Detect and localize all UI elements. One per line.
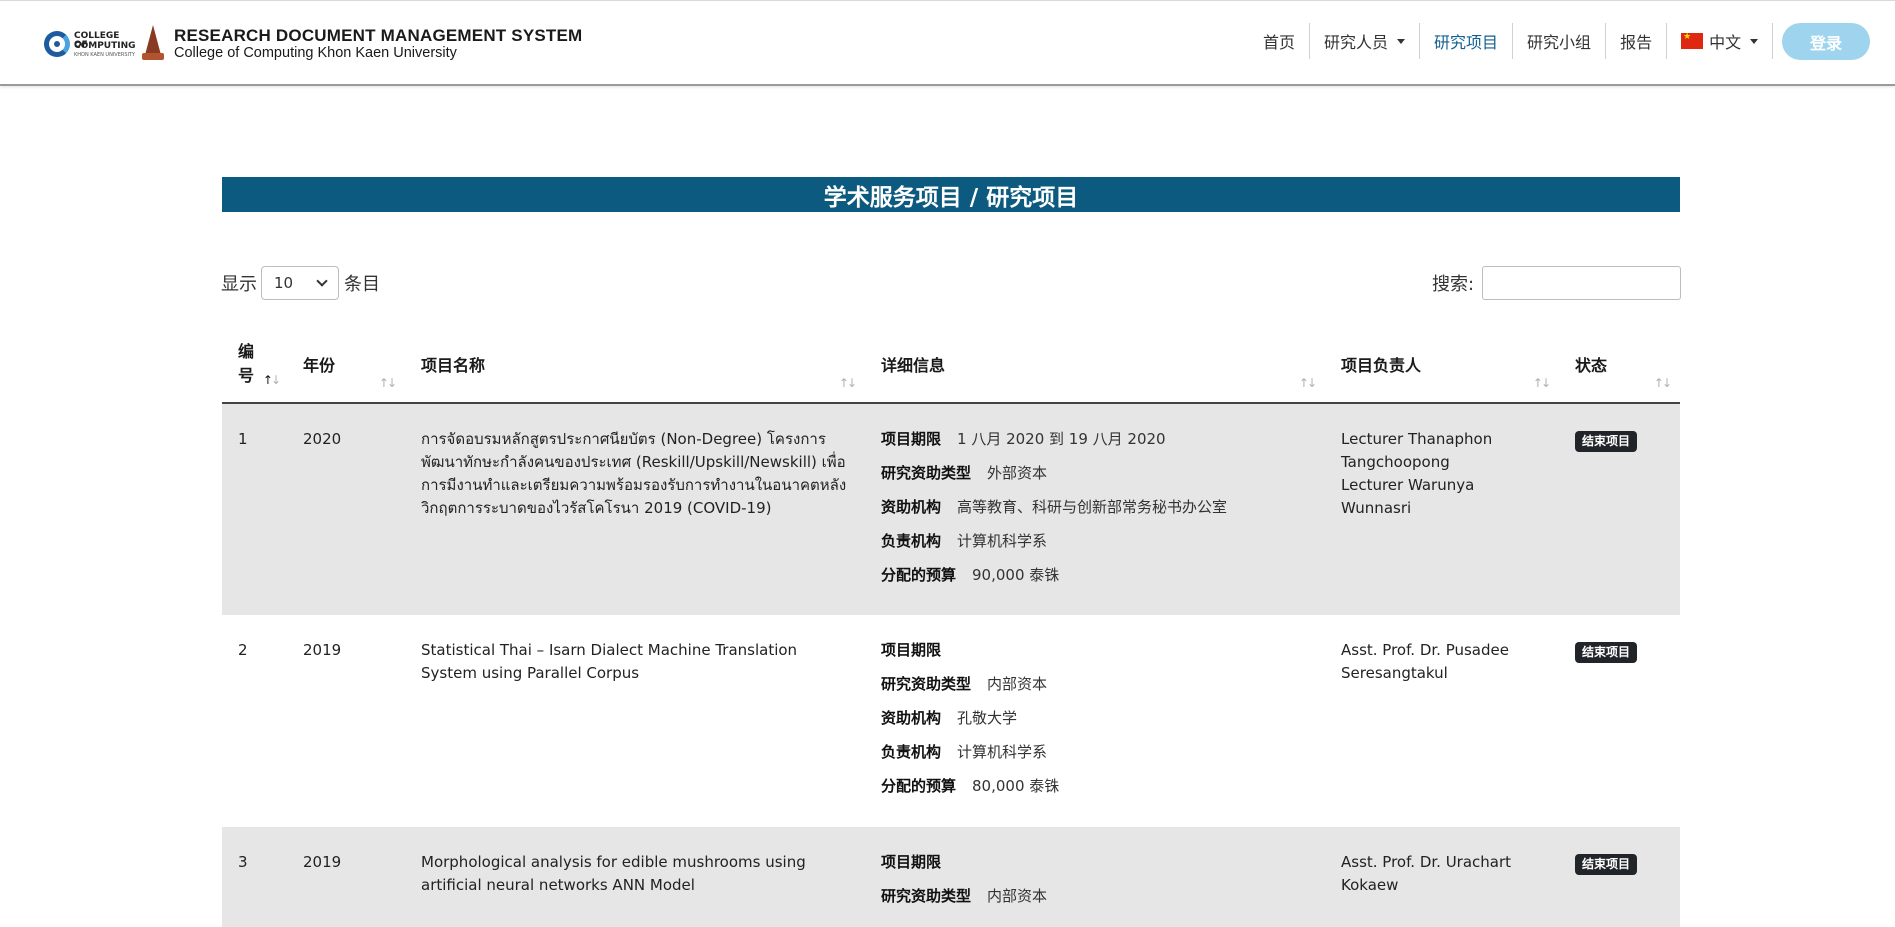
- sort-icon: ↑↓: [378, 376, 397, 390]
- cell-status: 结束项目: [1559, 403, 1680, 615]
- nav-item-research-groups[interactable]: 研究小组: [1512, 23, 1605, 59]
- nav-item-reports[interactable]: 报告: [1605, 23, 1666, 59]
- cell-project-lead: Lecturer Thanaphon Tangchoopong Lecturer…: [1325, 403, 1559, 615]
- sort-icon: ↑↓: [262, 373, 281, 387]
- cell-project-lead: Asst. Prof. Dr. Pusadee Seresangtakul: [1325, 615, 1559, 827]
- status-badge: 结束项目: [1575, 431, 1638, 452]
- site-title: RESEARCH DOCUMENT MANAGEMENT SYSTEM: [174, 25, 583, 45]
- main-nav: 首页 研究人员 研究项目 研究小组 报告 中文: [1249, 23, 1785, 59]
- column-header-status[interactable]: 状态 ↑↓: [1559, 326, 1680, 404]
- chevron-down-icon: [316, 275, 328, 287]
- column-header-year[interactable]: 年份 ↑↓: [287, 326, 405, 404]
- nav-item-research-projects[interactable]: 研究项目: [1419, 23, 1512, 59]
- cell-year: 2020: [287, 403, 405, 615]
- cell-year: 2019: [287, 615, 405, 827]
- column-header-details[interactable]: 详细信息 ↑↓: [865, 326, 1325, 404]
- brand[interactable]: COLLEGE OF COMPUTING KHON KAEN UNIVERSIT…: [42, 23, 582, 63]
- search-input[interactable]: [1482, 266, 1682, 300]
- status-badge: 结束项目: [1575, 642, 1638, 663]
- nav-item-home[interactable]: 首页: [1249, 23, 1309, 59]
- cell-details: 项目期限 1 八月 2020 到 19 八月 2020 研究资助类型 外部资本 资助…: [865, 403, 1325, 615]
- nav-item-researchers[interactable]: 研究人员: [1309, 23, 1419, 59]
- caret-down-icon: [1750, 38, 1759, 44]
- cell-no: 2: [222, 615, 287, 827]
- cell-project-name: การจัดอบรมหลักสูตรประกาศนียบัตร (Non-Deg…: [405, 403, 865, 615]
- caret-down-icon: [1397, 38, 1406, 44]
- table-row: 3 2019 Morphological analysis for edible…: [222, 827, 1680, 927]
- cell-status: 结束项目: [1559, 615, 1680, 827]
- page-length-select[interactable]: 10: [261, 266, 339, 300]
- cell-year: 2019: [287, 827, 405, 927]
- cell-project-name: Statistical Thai – Isarn Dialect Machine…: [405, 615, 865, 827]
- table-row: 2 2019 Statistical Thai – Isarn Dialect …: [222, 615, 1680, 827]
- table-row: 1 2020 การจัดอบรมหลักสูตรประกาศนียบัตร (…: [222, 403, 1680, 615]
- page-title: 学术服务项目 / 研究项目: [222, 177, 1680, 212]
- projects-table: 编号 ↑↓ 年份 ↑↓ 项目名称 ↑↓ 详细信息 ↑↓ 项目负责人 ↑↓ 状态 ↑↓ 1 2…: [222, 326, 1680, 927]
- china-flag-icon: [1681, 32, 1704, 49]
- cell-details: 项目期限 研究资助类型 内部资本 资助机构 孔敬大学 负责机构 计算机科学系 分配的预…: [865, 615, 1325, 827]
- cell-no: 1: [222, 403, 287, 615]
- sort-icon: ↑↓: [838, 376, 857, 390]
- column-header-lead[interactable]: 项目负责人 ↑↓: [1325, 326, 1559, 404]
- sort-icon: ↑↓: [1653, 376, 1672, 390]
- column-header-no[interactable]: 编号 ↑↓: [222, 326, 287, 404]
- language-selector[interactable]: 中文: [1666, 23, 1772, 59]
- login-button[interactable]: 登录: [1782, 23, 1870, 60]
- search-control: 搜索:: [1432, 266, 1682, 300]
- sort-icon: ↑↓: [1298, 376, 1317, 390]
- sort-icon: ↑↓: [1532, 376, 1551, 390]
- page-length-control: 显示 10 条目: [221, 266, 380, 300]
- college-of-computing-logo: COLLEGE OF COMPUTING KHON KAEN UNIVERSIT…: [42, 23, 136, 63]
- kku-logo: [142, 25, 164, 61]
- cell-status: 结束项目: [1559, 827, 1680, 927]
- top-navbar: COLLEGE OF COMPUTING KHON KAEN UNIVERSIT…: [0, 0, 1895, 86]
- cell-details: 项目期限 研究资助类型 内部资本: [865, 827, 1325, 927]
- cell-project-name: Morphological analysis for edible mushro…: [405, 827, 865, 927]
- column-header-name[interactable]: 项目名称 ↑↓: [405, 326, 865, 404]
- site-subtitle: College of Computing Khon Kaen Universit…: [174, 44, 457, 61]
- cell-no: 3: [222, 827, 287, 927]
- cell-project-lead: Asst. Prof. Dr. Urachart Kokaew: [1325, 827, 1559, 927]
- status-badge: 结束项目: [1575, 854, 1638, 875]
